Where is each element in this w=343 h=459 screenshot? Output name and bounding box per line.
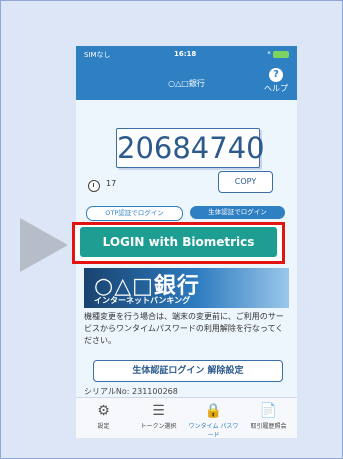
battery-icon	[273, 50, 289, 58]
timer-value: 17	[106, 179, 117, 188]
nav-bar: ○△□銀行 ? ヘルプ	[76, 64, 297, 100]
biometrics-unset-button[interactable]: 生体認証ログイン 解除設定	[93, 360, 283, 382]
tab-label: 取引履歴照会	[250, 423, 287, 430]
copy-button[interactable]: COPY	[218, 171, 273, 193]
tab-label: 設定	[97, 423, 110, 430]
status-bar: SIMなし 16:18 *	[76, 46, 297, 64]
tab-label: トークン選択	[140, 423, 177, 430]
gear-icon: ⚙	[97, 403, 110, 419]
notice-text: 機種変更を行う場合は、端末の変更前に、ご利用のサービスからワンタイムパスワードの…	[84, 312, 284, 345]
list-icon: ☰	[152, 403, 165, 419]
otp-code: 20684740	[116, 128, 265, 168]
carrier-label: SIMなし	[84, 51, 111, 59]
serial-number: シリアルNo: 231100268	[84, 387, 178, 396]
help-label: ヘルプ	[264, 84, 288, 93]
login-biometrics-button[interactable]: LOGIN with Biometrics	[80, 227, 277, 257]
tab-token-select[interactable]: ☰ トークン選択	[131, 400, 186, 430]
lock-icon: 🔒	[204, 403, 223, 419]
help-button[interactable]: ? ヘルプ	[261, 68, 291, 94]
help-icon: ?	[269, 68, 283, 82]
bluetooth-icon: *	[267, 50, 271, 58]
clock: 16:18	[174, 50, 197, 58]
tab-settings[interactable]: ⚙ 設定	[76, 400, 131, 430]
tab-bar: ⚙ 設定 ☰ トークン選択 🔒 ワンタイム パスワード 📄 取引履歴照会	[76, 397, 297, 438]
document-icon: 📄	[259, 403, 278, 419]
tab-label: ワンタイム パスワード	[188, 423, 239, 438]
bank-banner: ○△□銀行 インターネットバンキング	[84, 268, 289, 308]
timer-icon	[88, 180, 100, 192]
tab-bio-login[interactable]: 生体認証でログイン	[190, 206, 285, 219]
tab-history[interactable]: 📄 取引履歴照会	[241, 400, 296, 430]
status-right: *	[267, 50, 289, 58]
pointer-arrow-icon	[20, 218, 68, 272]
tab-one-time-password[interactable]: 🔒 ワンタイム パスワード	[186, 400, 241, 438]
tab-otp-login[interactable]: OTP認証でログイン	[86, 206, 183, 221]
banner-subtitle: インターネットバンキング	[94, 296, 191, 305]
